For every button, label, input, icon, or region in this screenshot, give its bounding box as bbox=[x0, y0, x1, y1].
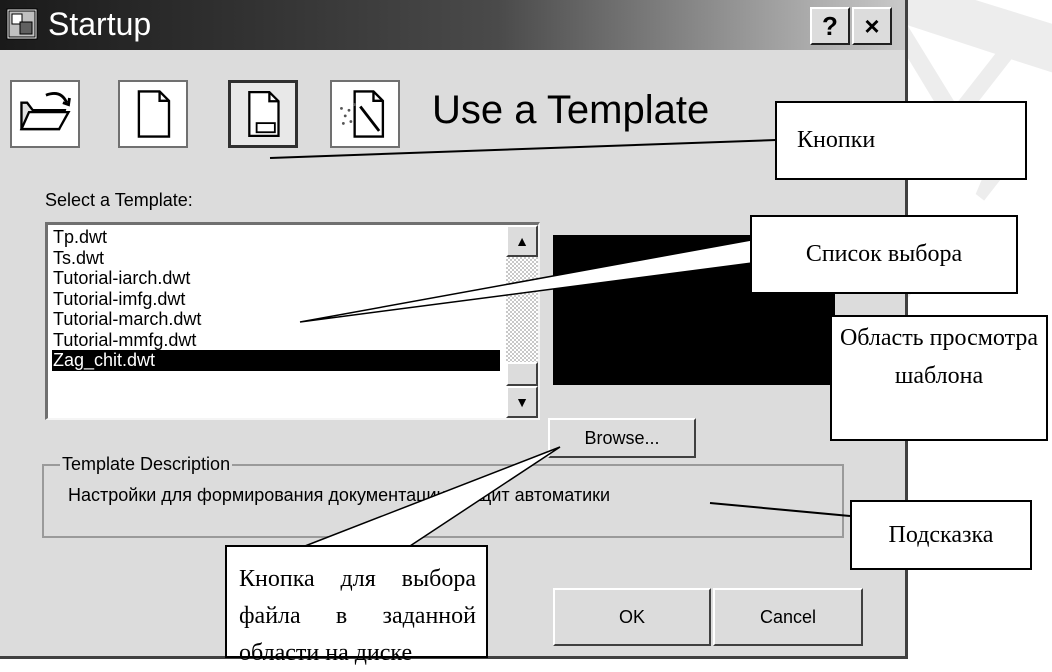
list-item[interactable]: Tutorial-iarch.dwt bbox=[52, 268, 500, 289]
open-drawing-button[interactable] bbox=[10, 80, 80, 148]
template-page-icon bbox=[248, 90, 280, 138]
wizard-icon bbox=[340, 90, 385, 138]
template-description-legend: Template Description bbox=[60, 454, 233, 475]
list-item[interactable]: Ts.dwt bbox=[52, 248, 500, 269]
callout-browse: Кнопка для выбора файла в заданной облас… bbox=[225, 545, 488, 666]
list-item[interactable]: Tutorial-march.dwt bbox=[52, 309, 500, 330]
list-item[interactable]: Tp.dwt bbox=[52, 227, 500, 248]
open-folder-icon bbox=[19, 92, 71, 131]
app-icon bbox=[6, 8, 38, 40]
template-description-text: Настройки для формирования документации … bbox=[68, 485, 611, 505]
page-heading: Use a Template bbox=[432, 88, 710, 132]
list-item-selected[interactable]: Zag_chit.dwt bbox=[52, 350, 500, 371]
arrow-down-icon: ▼ bbox=[515, 394, 529, 410]
start-from-scratch-button[interactable] bbox=[118, 80, 188, 148]
window-title: Startup bbox=[48, 6, 152, 42]
ok-button[interactable]: OK bbox=[553, 588, 711, 646]
help-button[interactable]: ? bbox=[810, 7, 850, 45]
callout-hint: Подсказка bbox=[850, 500, 1032, 570]
template-list-items: Tp.dwt Ts.dwt Tutorial-iarch.dwt Tutoria… bbox=[52, 227, 500, 371]
list-item[interactable]: Tutorial-imfg.dwt bbox=[52, 289, 500, 310]
close-button[interactable]: × bbox=[852, 7, 892, 45]
title-bar[interactable]: Startup ? × bbox=[0, 0, 905, 50]
callout-preview: Область просмотра шаблона bbox=[830, 315, 1048, 441]
browse-button[interactable]: Browse... bbox=[548, 418, 696, 458]
scroll-thumb[interactable] bbox=[506, 362, 538, 386]
use-template-button[interactable] bbox=[228, 80, 298, 148]
arrow-up-icon: ▲ bbox=[515, 233, 529, 249]
blank-page-icon bbox=[137, 90, 171, 138]
callout-buttons: Кнопки bbox=[775, 101, 1027, 180]
cancel-button[interactable]: Cancel bbox=[713, 588, 863, 646]
list-item[interactable]: Tutorial-mmfg.dwt bbox=[52, 330, 500, 351]
callout-list: Список выбора bbox=[750, 215, 1018, 294]
select-template-label: Select a Template: bbox=[45, 190, 193, 210]
template-list[interactable]: Tp.dwt Ts.dwt Tutorial-iarch.dwt Tutoria… bbox=[45, 222, 540, 420]
scroll-up-button[interactable]: ▲ bbox=[506, 225, 538, 257]
use-wizard-button[interactable] bbox=[330, 80, 400, 148]
scroll-down-button[interactable]: ▼ bbox=[506, 386, 538, 418]
list-scrollbar[interactable]: ▲ ▼ bbox=[506, 225, 538, 418]
